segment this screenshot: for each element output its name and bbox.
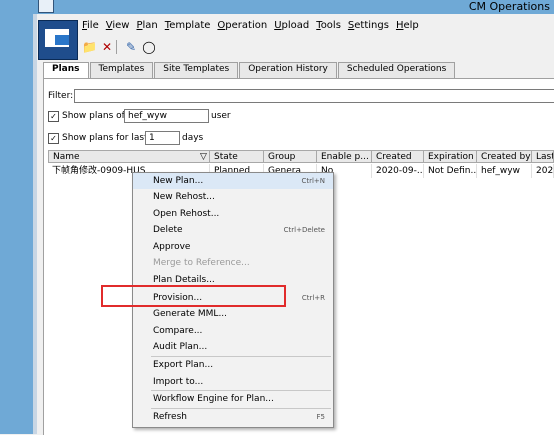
column-created[interactable]: Created <box>372 150 424 163</box>
menu-item-audit-plan[interactable]: Audit Plan... <box>133 339 333 355</box>
menu-item-new-rehost[interactable]: New Rehost... <box>133 189 333 205</box>
edit-pencil-icon[interactable]: ✎ <box>124 40 138 54</box>
menu-settings[interactable]: Settings <box>348 20 389 34</box>
tab-templates[interactable]: Templates <box>89 62 154 78</box>
new-folder-icon[interactable]: 📁 <box>82 40 97 54</box>
tab-strip: Plans Templates Site Templates Operation… <box>43 62 456 80</box>
column-last[interactable]: Last <box>532 150 554 163</box>
show-plans-for-last-checkbox[interactable]: ✓ <box>48 133 59 144</box>
menu-file[interactable]: File <box>82 20 99 34</box>
background-desktop <box>0 14 33 434</box>
window-border <box>33 14 37 434</box>
menu-help[interactable]: Help <box>396 20 419 34</box>
app-icon <box>38 0 54 13</box>
menu-item-merge-to-reference: Merge to Reference... <box>153 258 250 268</box>
column-expiration[interactable]: Expiration <box>424 150 477 163</box>
title-bar: CM Operations <box>0 0 554 14</box>
menu-item-import-to[interactable]: Import to... <box>133 374 333 390</box>
column-name[interactable]: Name ▽ <box>48 150 210 163</box>
cell-created: 2020-09-... <box>372 164 424 178</box>
menu-bar: File View Plan Template Operation Upload… <box>82 20 426 34</box>
days-suffix-label: days <box>182 133 204 143</box>
menu-plan[interactable]: Plan <box>136 20 157 34</box>
toolbar-separator <box>116 40 117 54</box>
menu-item-delete[interactable]: Delete Ctrl+Delete <box>133 222 333 238</box>
user-suffix-label: user <box>211 111 231 121</box>
filter-input[interactable] <box>74 89 554 103</box>
show-plans-for-last-label: Show plans for last <box>62 133 148 143</box>
menu-operation[interactable]: Operation <box>217 20 267 34</box>
menu-item-generate-mml[interactable]: Generate MML... <box>133 306 333 322</box>
sort-arrow-icon: ▽ <box>200 152 207 162</box>
menu-template[interactable]: Template <box>165 20 211 34</box>
cm-logo-icon <box>38 20 78 60</box>
column-group[interactable]: Group <box>264 150 317 163</box>
menu-item-open-rehost[interactable]: Open Rehost... <box>133 206 333 222</box>
menu-tools[interactable]: Tools <box>316 20 341 34</box>
column-state[interactable]: State <box>210 150 264 163</box>
tab-operation-history[interactable]: Operation History <box>239 62 337 78</box>
window-title: CM Operations <box>468 0 550 13</box>
column-created-by[interactable]: Created by <box>477 150 532 163</box>
column-enable[interactable]: Enable p... <box>317 150 372 163</box>
help-bubble-icon[interactable]: ◯ <box>142 40 156 54</box>
menu-view[interactable]: View <box>106 20 130 34</box>
cell-created-by: hef_wyw <box>477 164 532 178</box>
days-input[interactable]: 1 <box>145 131 180 145</box>
menu-item-workflow-engine[interactable]: Workflow Engine for Plan... <box>133 391 333 407</box>
menu-upload[interactable]: Upload <box>274 20 309 34</box>
tab-scheduled-operations[interactable]: Scheduled Operations <box>337 62 456 78</box>
cell-expiration: Not Defin... <box>424 164 477 178</box>
menu-item-export-plan[interactable]: Export Plan... <box>133 357 333 373</box>
filter-label: Filter: <box>48 91 74 101</box>
delete-x-icon[interactable]: ✕ <box>100 40 114 54</box>
table-header: Name ▽ State Group Enable p... Created Ex… <box>48 150 554 164</box>
user-input[interactable]: hef_wyw <box>124 109 209 123</box>
show-plans-of-checkbox[interactable]: ✓ <box>48 111 59 122</box>
show-plans-of-label: Show plans of <box>62 111 125 121</box>
menu-item-new-plan[interactable]: New Plan... Ctrl+N <box>133 173 333 189</box>
menu-item-compare[interactable]: Compare... <box>133 323 333 339</box>
provision-highlight-box <box>101 285 286 307</box>
tab-site-templates[interactable]: Site Templates <box>154 62 239 78</box>
menu-item-approve[interactable]: Approve <box>133 239 333 255</box>
cell-last: 202 <box>532 164 554 178</box>
menu-item-refresh[interactable]: Refresh F5 <box>133 409 333 425</box>
